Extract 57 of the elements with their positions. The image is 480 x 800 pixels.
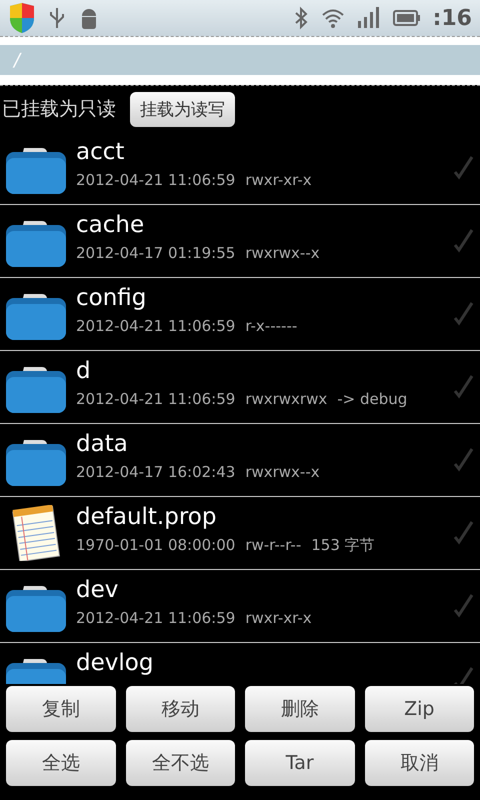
file-row[interactable]: default.prop 1970-01-01 08:00:00 rw-r--r-- 153 字节	[0, 497, 480, 570]
link-target: -> debug	[337, 390, 408, 408]
file-name: config	[76, 286, 148, 312]
file-name: data	[76, 432, 129, 458]
clock-time: :16	[432, 6, 472, 30]
file-row[interactable]: dev 2012-04-21 11:06:59 rwxr-xr-x	[0, 570, 480, 643]
file-permissions: rwxr-xr-x	[245, 609, 312, 628]
checkmark-icon[interactable]	[452, 227, 474, 253]
shield-icon	[8, 3, 36, 33]
file-name: default.prop	[76, 505, 218, 530]
file-permissions: rw-r--r--	[245, 536, 302, 556]
file-row[interactable]: config 2012-04-21 11:06:59 r-x------	[0, 278, 480, 351]
file-row[interactable]: data 2012-04-17 16:02:43 rwxrwx--x	[0, 424, 480, 497]
checkmark-icon[interactable]	[452, 665, 474, 684]
file-row[interactable]: cache 2012-04-17 01:19:55 rwxrwx--x	[0, 205, 480, 278]
path-text: /	[14, 50, 20, 70]
checkmark-icon[interactable]	[452, 446, 474, 472]
action-button[interactable]: Zip	[364, 686, 474, 732]
file-name: acct	[76, 140, 126, 166]
action-button[interactable]: 取消	[364, 740, 474, 786]
file-size: 153 字节	[311, 536, 375, 556]
file-name: devlog	[76, 651, 154, 676]
file-date: 2012-04-21 11:06:59	[76, 390, 236, 408]
checkmark-icon[interactable]	[452, 519, 474, 545]
file-row[interactable]: d 2012-04-21 11:06:59 rwxrwxrwx -> debug	[0, 351, 480, 424]
battery-icon	[392, 9, 421, 27]
mount-status: 已挂载为只读	[2, 97, 116, 122]
bluetooth-icon	[292, 6, 309, 30]
checkmark-icon[interactable]	[452, 592, 474, 618]
file-name: dev	[76, 578, 120, 604]
file-date: 2012-04-21 11:06:59	[76, 317, 236, 336]
file-permissions: r-x------	[245, 317, 298, 336]
action-button[interactable]: 全不选	[126, 740, 235, 786]
file-name: d	[76, 359, 92, 384]
action-button[interactable]: 全选	[6, 740, 116, 786]
file-name: cache	[76, 213, 146, 238]
action-button[interactable]: 删除	[245, 686, 354, 732]
checkmark-icon[interactable]	[452, 154, 474, 180]
file-row[interactable]: acct 2012-04-21 11:06:59 rwxr-xr-x	[0, 132, 480, 205]
action-button[interactable]: Tar	[245, 740, 354, 786]
mount-button[interactable]: 挂载为读写	[130, 92, 235, 126]
file-date: 2012-04-17 16:02:43	[76, 463, 236, 482]
file-permissions: rwxrwxrwx	[245, 390, 328, 408]
usb-icon	[48, 6, 66, 30]
file-date: 1970-01-01 08:00:00	[76, 536, 236, 556]
action-button[interactable]: 复制	[6, 686, 116, 732]
file-permissions: rwxrwx--x	[245, 463, 320, 482]
file-date: 2012-04-17 01:19:55	[76, 244, 236, 262]
action-button[interactable]: 移动	[126, 686, 235, 732]
file-date: 2012-04-21 11:06:59	[76, 171, 236, 190]
wifi-icon	[320, 7, 345, 29]
file-permissions: rwxrwx--x	[245, 244, 320, 262]
checkmark-icon[interactable]	[452, 373, 474, 399]
file-permissions: rwxr-xr-x	[245, 171, 312, 190]
file-date: 2012-04-21 11:06:59	[76, 609, 236, 628]
checkmark-icon[interactable]	[452, 300, 474, 326]
signal-icon	[356, 7, 381, 29]
